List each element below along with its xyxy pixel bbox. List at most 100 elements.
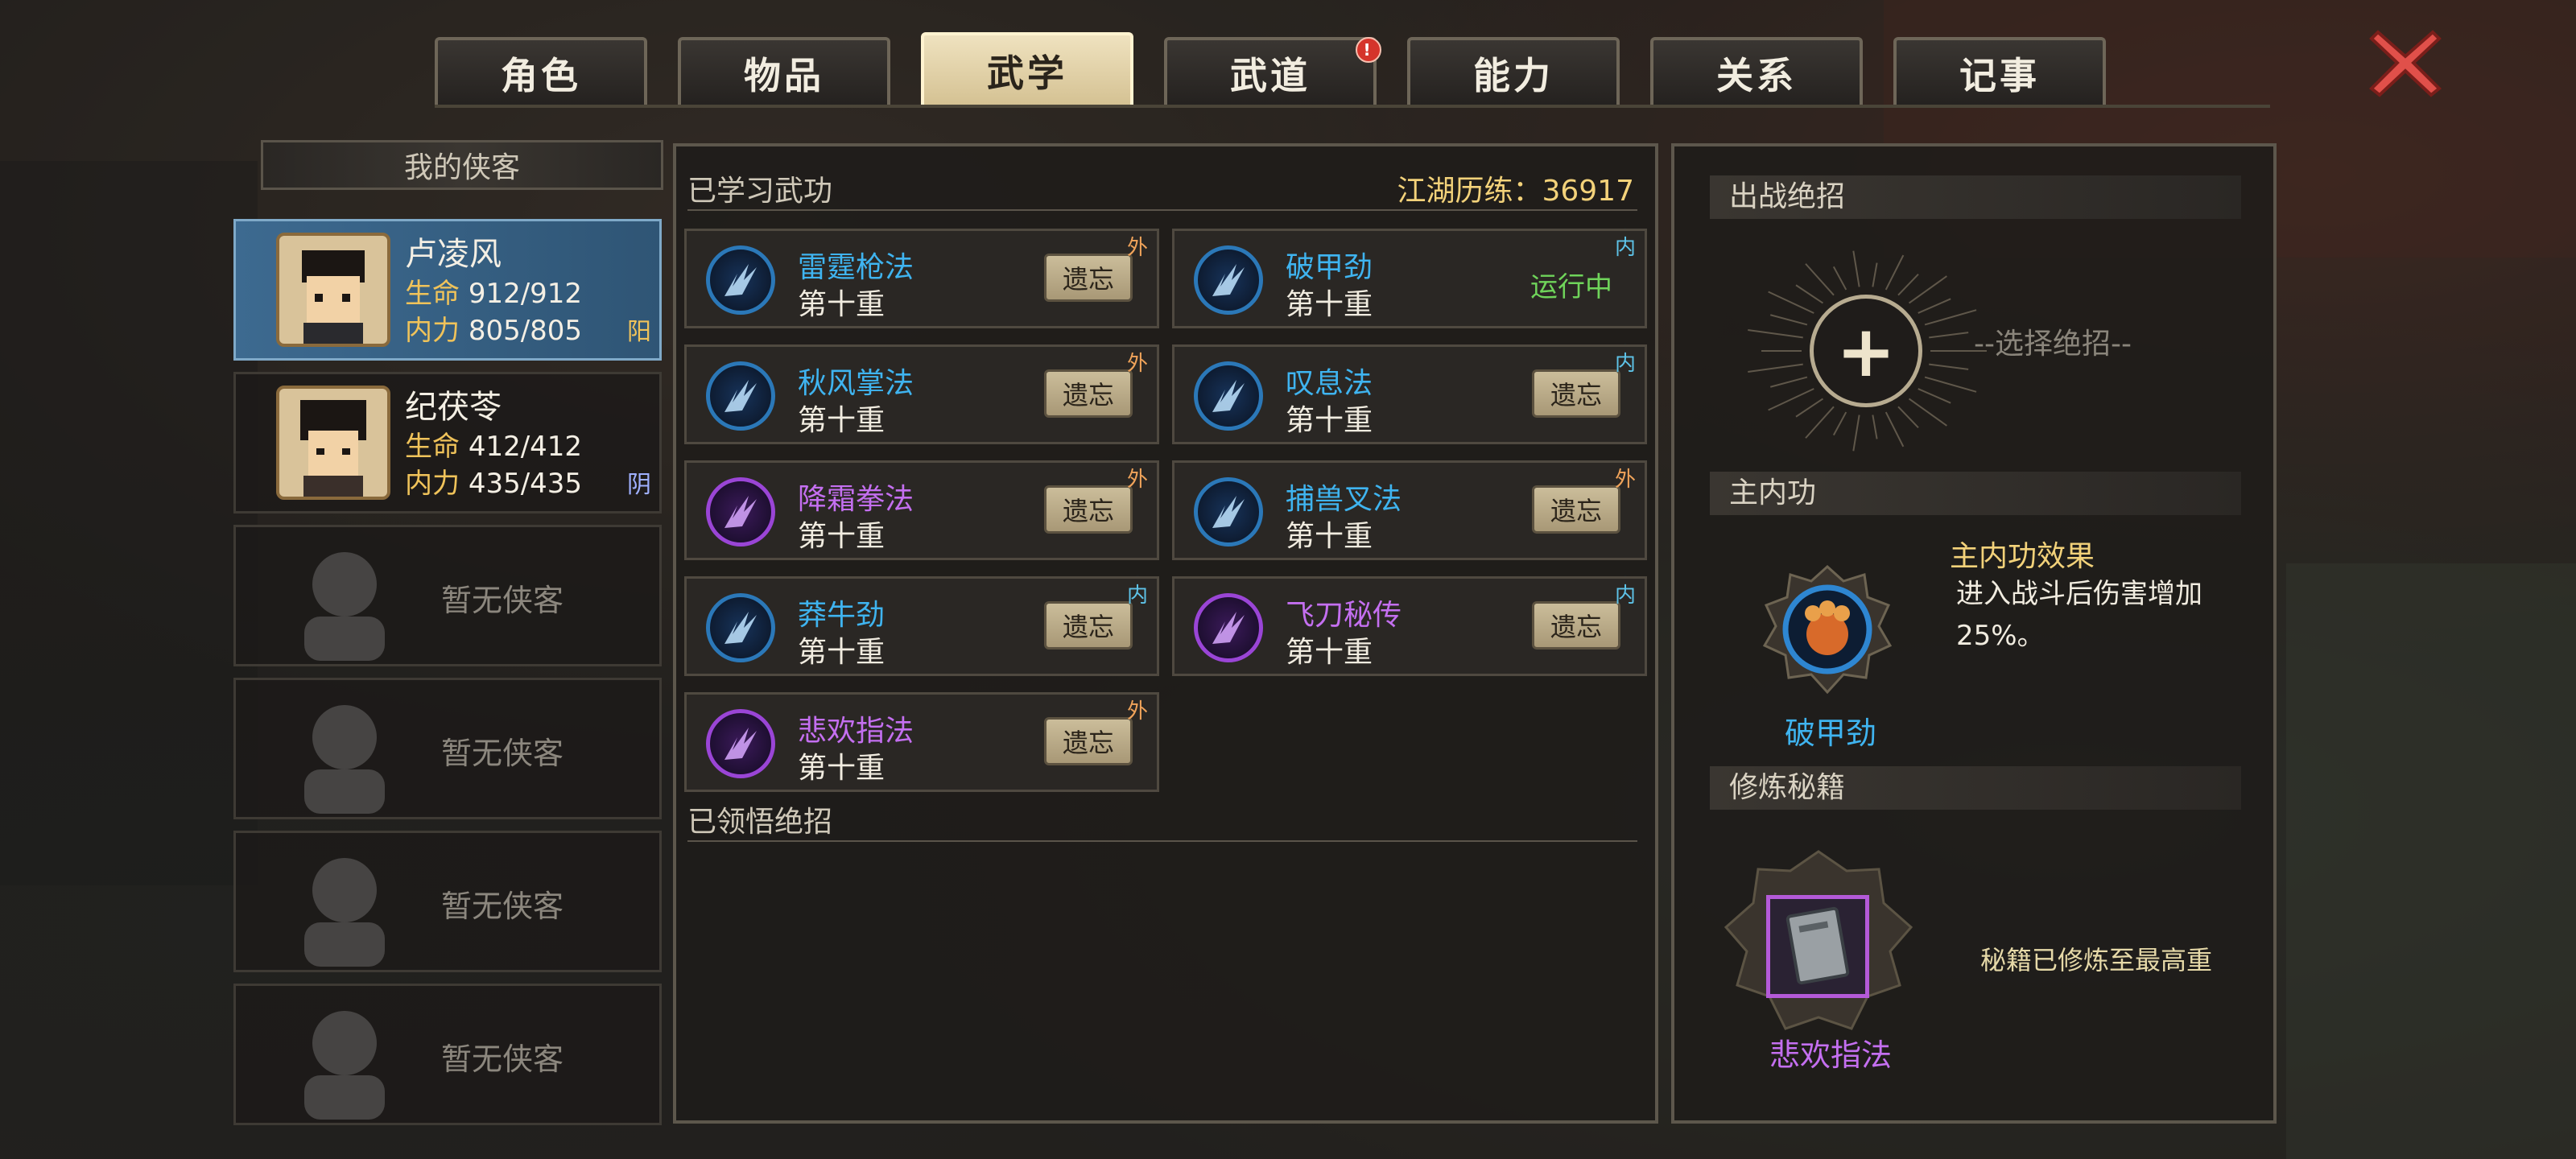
forget-button[interactable]: 遗忘 [1044,369,1133,418]
skill-card[interactable]: 雷霆枪法第十重 遗忘外 [684,229,1159,328]
close-icon [2369,30,2442,97]
hero-card-selected[interactable]: 卢凌风 生命 912/912 内力 805/805 阳 [233,219,662,361]
skill-icon [1194,593,1263,662]
empty-slot-label: 暂无侠客 [441,1041,564,1077]
skill-type-label: 内 [1614,235,1636,260]
forget-button[interactable]: 遗忘 [1532,601,1620,650]
forget-button[interactable]: 遗忘 [1044,717,1133,765]
skill-level: 第十重 [798,404,886,437]
skill-level: 第十重 [798,288,886,321]
skill-icon [706,477,775,547]
choose-move-label[interactable]: --选择绝招-- [1974,320,2132,362]
hero-portrait [276,386,390,500]
add-move-button[interactable]: + [1810,295,1922,407]
forget-button[interactable]: 遗忘 [1532,369,1620,418]
roster-title: 我的侠客 [261,140,663,190]
hero-hp: 生命 412/412 [405,431,583,463]
alert-badge: ! [1356,37,1381,63]
forget-button[interactable]: 遗忘 [1044,601,1133,650]
main-internal-icon[interactable] [1762,564,1893,695]
skill-name: 捕兽叉法 [1286,483,1402,516]
skill-icon [1194,245,1263,315]
skill-name: 飞刀秘传 [1286,599,1402,632]
skill-name: 秋风掌法 [798,367,914,400]
skill-level: 第十重 [1286,520,1373,553]
tab-divider [435,105,2270,108]
tab-martial-arts[interactable]: 武学 [921,32,1133,106]
skill-card[interactable]: 莽牛劲 第十重 遗忘内 [684,576,1159,676]
skill-level: 第十重 [1286,288,1373,321]
secret-book-name: 悲欢指法 [1769,1037,1892,1073]
secret-book-header: 修炼秘籍 [1710,766,2241,810]
main-internal-name: 破甲劲 [1784,716,1876,751]
skill-icon [706,593,775,662]
skill-type-label: 内 [1614,583,1636,608]
tab-bar: 角色 物品 武学 武道 ! 能力 关系 记事 [435,29,2117,106]
skill-name: 雷霆枪法 [798,251,914,284]
forget-button[interactable]: 遗忘 [1532,485,1620,534]
skill-icon [1194,361,1263,431]
tab-journal[interactable]: 记事 [1893,37,2106,106]
empty-hero-slot[interactable]: 暂无侠客 [233,525,662,666]
hero-card[interactable]: 纪茯苓 生命 412/412 内力 435/435 阴 [233,372,662,514]
tab-character[interactable]: 角色 [435,37,647,106]
skill-type-label: 外 [1614,467,1636,492]
skill-icon [1194,477,1263,547]
tab-items[interactable]: 物品 [678,37,890,106]
empty-slot-label: 暂无侠客 [441,736,564,771]
skill-card[interactable]: 秋风掌法第十重 遗忘外 [684,344,1159,444]
silhouette-icon [304,858,385,967]
forget-button[interactable]: 遗忘 [1044,485,1133,534]
skill-type-label: 外 [1126,351,1148,376]
close-button[interactable] [2367,24,2444,101]
skill-type-label: 外 [1126,235,1148,260]
skill-name: 破甲劲 [1286,251,1373,284]
skill-card[interactable]: 破甲劲第十重 运行中内 [1172,229,1647,328]
skill-icon [706,361,775,431]
tab-martial-way[interactable]: 武道 ! [1164,37,1381,106]
skill-card[interactable]: 飞刀秘传第十重 遗忘内 [1172,576,1647,676]
divider [687,840,1637,842]
divider [687,209,1637,211]
skill-level: 第十重 [1286,404,1373,437]
skill-name: 降霜拳法 [798,483,914,516]
skill-name: 叹息法 [1286,367,1373,400]
skill-card[interactable]: 叹息法第十重 遗忘内 [1172,344,1647,444]
hero-portrait [276,233,390,347]
main-effect-text: 进入战斗后伤害增加25%。 [1956,578,2202,652]
skill-type-tag: 外 [1121,345,1154,377]
skill-card[interactable]: 降霜拳法第十重 遗忘外 [684,460,1159,560]
empty-hero-slot[interactable]: 暂无侠客 [233,831,662,972]
running-status: 运行中 [1530,271,1612,303]
skill-type-tag: 内 [1609,229,1641,262]
skill-type-tag: 外 [1121,229,1154,262]
experience-counter: 江湖历练：36917 [1397,175,1634,208]
skill-level: 第十重 [798,636,886,669]
empty-hero-slot[interactable]: 暂无侠客 [233,678,662,819]
forget-button[interactable]: 遗忘 [1044,254,1133,302]
skill-icon [706,245,775,315]
learned-title: 已学习武功 [687,175,833,208]
empty-hero-slot[interactable]: 暂无侠客 [233,984,662,1125]
tab-relations[interactable]: 关系 [1650,37,1863,106]
hero-mp: 内力 435/435 [405,468,583,500]
skill-type-label: 内 [1126,583,1148,608]
hero-hp: 生命 912/912 [405,278,583,310]
tab-abilities[interactable]: 能力 [1407,37,1620,106]
empty-slot-label: 暂无侠客 [441,889,564,924]
skill-card[interactable]: 捕兽叉法第十重 遗忘外 [1172,460,1647,560]
skill-type-label: 内 [1614,351,1636,376]
skill-type-label: 外 [1126,467,1148,492]
hero-alignment: 阳 [627,318,651,346]
skill-type-tag: 内 [1609,577,1641,609]
book-icon [1785,906,1850,985]
main-effect-title: 主内功效果 [1950,540,2095,573]
secret-book-slot[interactable] [1766,895,1869,998]
skill-loadout-panel: 出战绝招 + --选择绝招-- 主内功 主内功效果 进入战斗后伤害增加25%。 … [1671,143,2277,1124]
silhouette-icon [304,1011,385,1120]
skill-level: 第十重 [798,520,886,553]
skill-card[interactable]: 悲欢指法 第十重 遗忘外 [684,692,1159,792]
skill-level: 第十重 [1286,636,1373,669]
skill-name: 悲欢指法 [798,715,914,748]
skill-type-tag: 外 [1609,461,1641,493]
